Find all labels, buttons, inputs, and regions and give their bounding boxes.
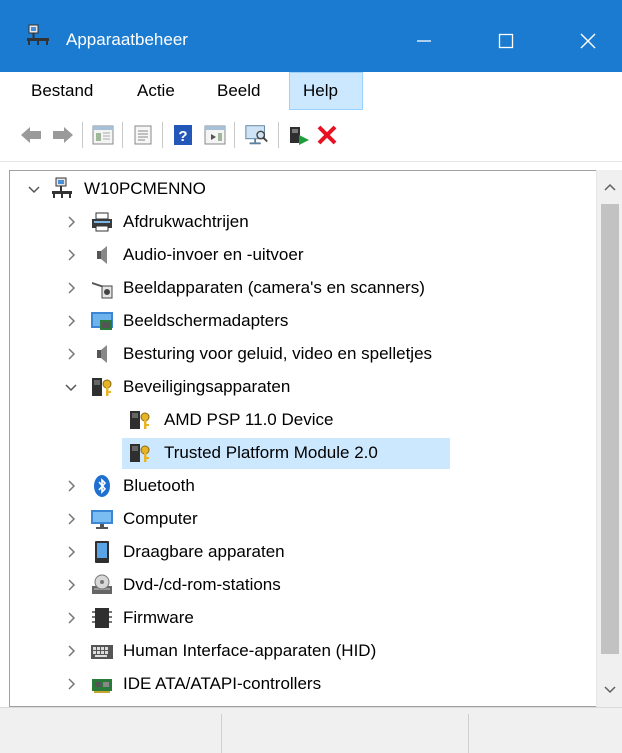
toolbar-separator	[278, 122, 279, 148]
chevron-right-icon[interactable]	[64, 314, 78, 328]
scan-hardware-button[interactable]	[244, 122, 270, 148]
properties-icon	[134, 125, 152, 145]
tree-item-label[interactable]: Beeldschermadapters	[123, 311, 288, 331]
chevron-down-icon[interactable]	[27, 182, 41, 196]
menu-actie[interactable]: Actie	[125, 72, 195, 110]
hid-icon	[91, 645, 113, 659]
security-device-icon	[92, 378, 112, 396]
scroll-up-button[interactable]	[597, 170, 622, 204]
tree-item-label[interactable]: Draagbare apparaten	[123, 542, 285, 562]
speaker-icon	[97, 246, 107, 264]
close-button[interactable]	[562, 16, 614, 66]
window-title: Apparaatbeheer	[66, 30, 188, 49]
tree-item-label[interactable]: Computer	[123, 509, 198, 529]
minimize-icon	[417, 40, 431, 42]
display-adapter-icon	[91, 312, 113, 330]
uninstall-device-button[interactable]	[314, 122, 340, 148]
tree-item-label[interactable]: Bluetooth	[123, 476, 195, 496]
scroll-down-button[interactable]	[597, 673, 622, 707]
dvd-drive-icon	[92, 574, 112, 594]
maximize-icon	[498, 33, 514, 49]
bluetooth-icon	[94, 475, 110, 497]
security-device-icon	[130, 444, 150, 462]
ide-controller-icon	[92, 679, 112, 693]
tree-item-label[interactable]: Audio-invoer en -uitvoer	[123, 245, 303, 265]
uninstall-icon	[317, 125, 337, 145]
back-icon	[21, 127, 41, 143]
console-tree-button[interactable]	[90, 122, 116, 148]
menu-bar: Bestand Actie Beeld Help	[0, 72, 622, 110]
toolbar-separator	[234, 122, 235, 148]
tree-item-label[interactable]: Human Interface-apparaten (HID)	[123, 641, 376, 661]
tree-item-label[interactable]: Dvd-/cd-rom-stations	[123, 575, 281, 595]
update-driver-button[interactable]	[286, 122, 312, 148]
status-separator	[221, 714, 222, 753]
chevron-right-icon[interactable]	[64, 512, 78, 526]
chevron-down-icon	[604, 686, 616, 694]
speaker-icon	[97, 345, 107, 363]
tree-item-label[interactable]: Beeldapparaten (camera's en scanners)	[123, 278, 425, 298]
portable-device-icon	[95, 541, 109, 563]
back-button[interactable]	[18, 122, 44, 148]
update-driver-icon	[290, 127, 309, 145]
console-tree-icon	[92, 125, 114, 145]
firmware-icon	[92, 608, 112, 628]
computer-icon	[91, 510, 113, 529]
tree-item-label-selected[interactable]: Trusted Platform Module 2.0	[164, 443, 378, 463]
chevron-right-icon[interactable]	[64, 644, 78, 658]
monitor-scan-icon	[245, 125, 268, 145]
chevron-right-icon[interactable]	[64, 215, 78, 229]
status-bar	[0, 707, 622, 753]
close-icon	[580, 33, 596, 49]
chevron-right-icon[interactable]	[64, 578, 78, 592]
security-device-icon	[130, 411, 150, 429]
forward-button[interactable]	[50, 122, 76, 148]
svg-text:?: ?	[178, 128, 187, 145]
minimize-button[interactable]	[398, 16, 450, 66]
menu-help[interactable]: Help	[289, 72, 363, 110]
forward-icon	[53, 127, 73, 143]
status-separator	[468, 714, 469, 753]
device-manager-app-icon	[27, 24, 49, 45]
chevron-down-icon[interactable]	[64, 380, 78, 394]
printer-icon	[92, 212, 112, 232]
scrollbar-thumb[interactable]	[601, 204, 619, 654]
chevron-right-icon[interactable]	[64, 479, 78, 493]
tree-item-label[interactable]: Besturing voor geluid, video en spelletj…	[123, 344, 432, 364]
maximize-button[interactable]	[480, 16, 532, 66]
chevron-right-icon[interactable]	[64, 677, 78, 691]
action-pane-icon	[204, 125, 226, 145]
action-pane-button[interactable]	[202, 122, 228, 148]
tree-item-label[interactable]: Firmware	[123, 608, 194, 628]
help-button[interactable]: ?	[170, 122, 196, 148]
computer-network-icon	[52, 177, 72, 198]
toolbar-separator	[82, 122, 83, 148]
tree-root-label[interactable]: W10PCMENNO	[84, 179, 206, 199]
chevron-right-icon[interactable]	[64, 347, 78, 361]
chevron-right-icon[interactable]	[64, 248, 78, 262]
toolbar: ?	[0, 110, 622, 162]
menu-bestand[interactable]: Bestand	[19, 72, 113, 110]
title-bar[interactable]: Apparaatbeheer	[0, 0, 622, 72]
help-icon: ?	[174, 125, 192, 145]
vertical-scrollbar[interactable]	[596, 170, 622, 707]
chevron-right-icon[interactable]	[64, 281, 78, 295]
tree-item-label[interactable]: Afdrukwachtrijen	[123, 212, 249, 232]
tree-item-label[interactable]: IDE ATA/ATAPI-controllers	[123, 674, 321, 694]
chevron-up-icon	[604, 183, 616, 191]
menu-beeld[interactable]: Beeld	[205, 72, 283, 110]
device-tree[interactable]: W10PCMENNO Afdrukwachtrijen Audio-invoer…	[9, 170, 622, 707]
toolbar-separator	[122, 122, 123, 148]
properties-button[interactable]	[130, 122, 156, 148]
toolbar-separator	[162, 122, 163, 148]
tree-item-label[interactable]: Beveiligingsapparaten	[123, 377, 290, 397]
chevron-right-icon[interactable]	[64, 545, 78, 559]
camera-icon	[92, 282, 113, 299]
chevron-right-icon[interactable]	[64, 611, 78, 625]
tree-item-label[interactable]: AMD PSP 11.0 Device	[164, 410, 333, 430]
